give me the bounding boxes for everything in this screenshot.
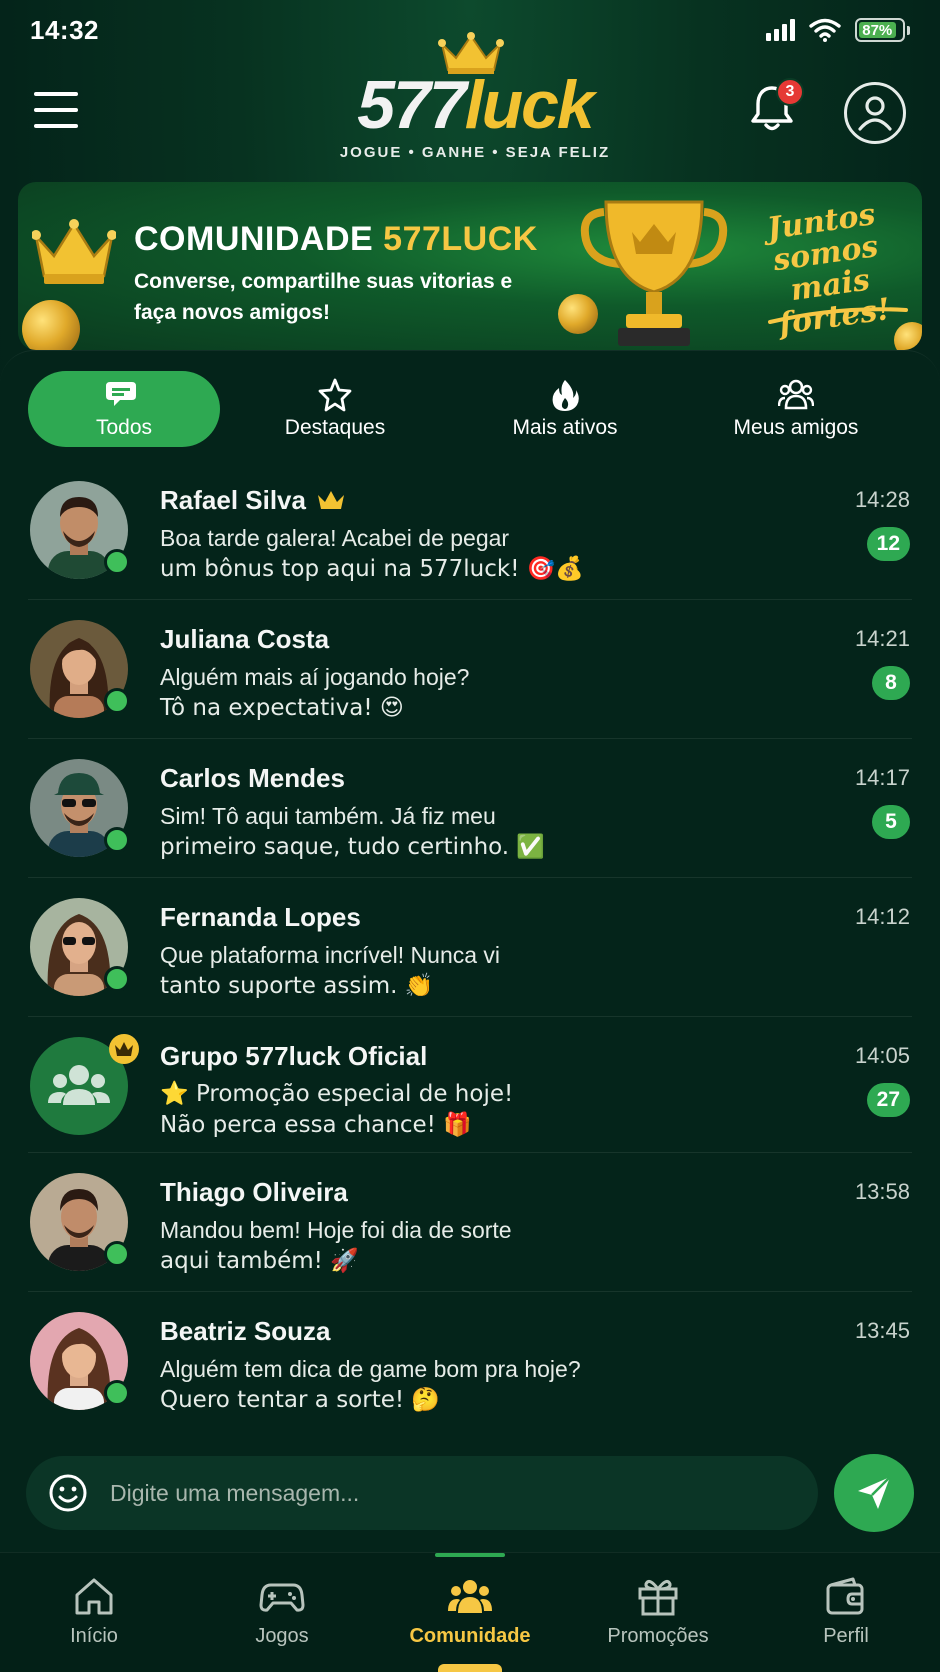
chat-item[interactable]: Grupo 577luck Oficial ⭐ Promoção especia…: [28, 1017, 912, 1153]
chat-time: 13:45: [854, 1318, 910, 1343]
chat-name: Rafael Silva: [160, 485, 346, 516]
chat-name: Grupo 577luck Oficial: [160, 1041, 428, 1071]
chat-time: 13:58: [854, 1179, 910, 1204]
message-input[interactable]: [110, 1463, 818, 1523]
chat-time: 14:12: [854, 904, 910, 929]
chat-item[interactable]: Juliana Costa Alguém mais aí jogando hoj…: [28, 600, 912, 739]
chat-preview: Que plataforma incrível! Nunca vi tanto …: [160, 942, 501, 999]
chat-preview: Mandou bem! Hoje foi dia de sorte aqui t…: [160, 1217, 512, 1274]
tab-meus-amigos[interactable]: Meus amigos: [680, 371, 912, 447]
online-indicator: [104, 549, 130, 575]
tab-mais-ativos[interactable]: Mais ativos: [450, 371, 680, 447]
chat-preview: Alguém tem dica de game bom pra hoje? Qu…: [160, 1356, 581, 1413]
wallet-icon: [826, 1577, 864, 1615]
trophy-icon: [580, 200, 728, 346]
status-time: 14:32: [30, 14, 99, 45]
send-button[interactable]: [834, 1454, 914, 1532]
tab-label: Meus amigos: [733, 416, 859, 439]
online-indicator: [104, 827, 130, 853]
logo-tagline: JOGUE • GANHE • SEJA FELIZ: [339, 144, 611, 161]
chat-time: 14:21: [854, 626, 910, 651]
notifications-button[interactable]: 3: [746, 78, 804, 134]
online-indicator: [104, 688, 130, 714]
friends-icon: [778, 379, 814, 410]
app-root: 14:32 87% 577luck JOGUE • GANHE • SEJA F…: [0, 0, 940, 1672]
app-header: 577luck JOGUE • GANHE • SEJA FELIZ 3: [0, 32, 940, 178]
tab-label: Mais ativos: [512, 416, 618, 439]
chat-preview: Alguém mais aí jogando hoje? Tô na expec…: [160, 664, 470, 721]
chat-bubbles-icon: [106, 382, 136, 406]
community-icon: [448, 1580, 492, 1613]
crown-icon: [32, 219, 116, 284]
community-banner[interactable]: COMUNIDADE 577LUCK Converse, compartilhe…: [18, 182, 922, 350]
status-icons: 87%: [766, 18, 910, 42]
nav-label: Comunidade: [409, 1625, 531, 1647]
chat-preview: Boa tarde galera! Acabei de pegar um bôn…: [160, 525, 585, 582]
nav-label: Promoções: [607, 1625, 709, 1647]
chat-time: 14:28: [854, 487, 910, 512]
crown-badge-icon: [109, 1034, 139, 1064]
tab-todos[interactable]: Todos: [28, 371, 220, 447]
battery-level: 87%: [859, 22, 896, 39]
chat-name: Carlos Mendes: [160, 763, 345, 793]
nav-comunidade[interactable]: Comunidade: [376, 1553, 564, 1672]
wifi-icon: [809, 18, 841, 42]
chat-item[interactable]: Beatriz Souza Alguém tem dica de game bo…: [28, 1292, 912, 1431]
gamepad-icon: [259, 1583, 305, 1612]
chat-preview: ⭐ Promoção especial de hoje! Não perca e…: [160, 1081, 514, 1138]
chat-name: Juliana Costa: [160, 624, 330, 654]
active-indicator: [438, 1664, 502, 1672]
battery-icon: 87%: [855, 18, 910, 42]
chat-name: Fernanda Lopes: [160, 902, 361, 932]
notification-badge: 3: [776, 78, 804, 106]
home-icon: [75, 1578, 113, 1615]
nav-jogos[interactable]: Jogos: [188, 1553, 376, 1672]
emoji-icon[interactable]: [48, 1473, 88, 1513]
chat-preview: Sim! Tô aqui também. Já fiz meu primeiro…: [160, 803, 546, 860]
chat-name: Thiago Oliveira: [160, 1177, 348, 1207]
chat-item[interactable]: Fernanda Lopes Que plataforma incrível! …: [28, 878, 912, 1017]
brand-logo[interactable]: 577luck JOGUE • GANHE • SEJA FELIZ: [330, 32, 620, 170]
nav-label: Jogos: [255, 1625, 309, 1647]
logo-wordmark: 577luck: [357, 67, 595, 143]
tab-destaques[interactable]: Destaques: [220, 371, 450, 447]
unread-badge: 27: [866, 1083, 910, 1117]
nav-inicio[interactable]: Início: [0, 1553, 188, 1672]
profile-button[interactable]: [844, 82, 906, 144]
unread-badge: 8: [872, 666, 910, 700]
chat-time: 14:05: [854, 1043, 910, 1068]
tab-label: Destaques: [284, 416, 386, 439]
gift-icon: [638, 1579, 678, 1616]
chat-list: Rafael Silva Boa tarde galera! Acabei de…: [0, 461, 940, 1431]
chat-item[interactable]: Thiago Oliveira Mandou bem! Hoje foi dia…: [28, 1153, 912, 1292]
crown-icon: [317, 490, 344, 509]
online-indicator: [104, 1380, 130, 1406]
menu-button[interactable]: [34, 92, 78, 128]
underline-swoosh: [768, 307, 908, 324]
chat-item[interactable]: Carlos Mendes Sim! Tô aqui também. Já fi…: [28, 739, 912, 878]
nav-label: Início: [70, 1625, 118, 1647]
unread-badge: 12: [866, 527, 910, 561]
online-indicator: [104, 966, 130, 992]
nav-perfil[interactable]: Perfil: [752, 1553, 940, 1672]
unread-badge: 5: [872, 805, 910, 839]
chat-item[interactable]: Rafael Silva Boa tarde galera! Acabei de…: [28, 461, 912, 600]
online-indicator: [104, 1241, 130, 1267]
banner-title: COMUNIDADE 577LUCK: [134, 220, 538, 258]
bottom-navigation: Início Jogos Comunidade Promoções Perfil: [0, 1552, 940, 1672]
chat-time: 14:17: [854, 765, 910, 790]
tab-label: Todos: [95, 416, 153, 439]
fire-icon: [552, 380, 579, 411]
message-composer: [26, 1456, 818, 1530]
signal-icon: [766, 19, 795, 41]
send-icon: [858, 1476, 891, 1509]
chat-name: Beatriz Souza: [160, 1316, 331, 1346]
filter-tabs: Todos Destaques Mais ativos Meus amigos: [28, 371, 912, 447]
active-indicator: [435, 1553, 505, 1557]
nav-label: Perfil: [823, 1625, 869, 1647]
user-icon: [858, 96, 892, 131]
nav-promocoes[interactable]: Promoções: [564, 1553, 752, 1672]
star-icon: [318, 378, 352, 412]
banner-subtitle: Converse, compartilhe suas vitorias e fa…: [134, 270, 513, 324]
